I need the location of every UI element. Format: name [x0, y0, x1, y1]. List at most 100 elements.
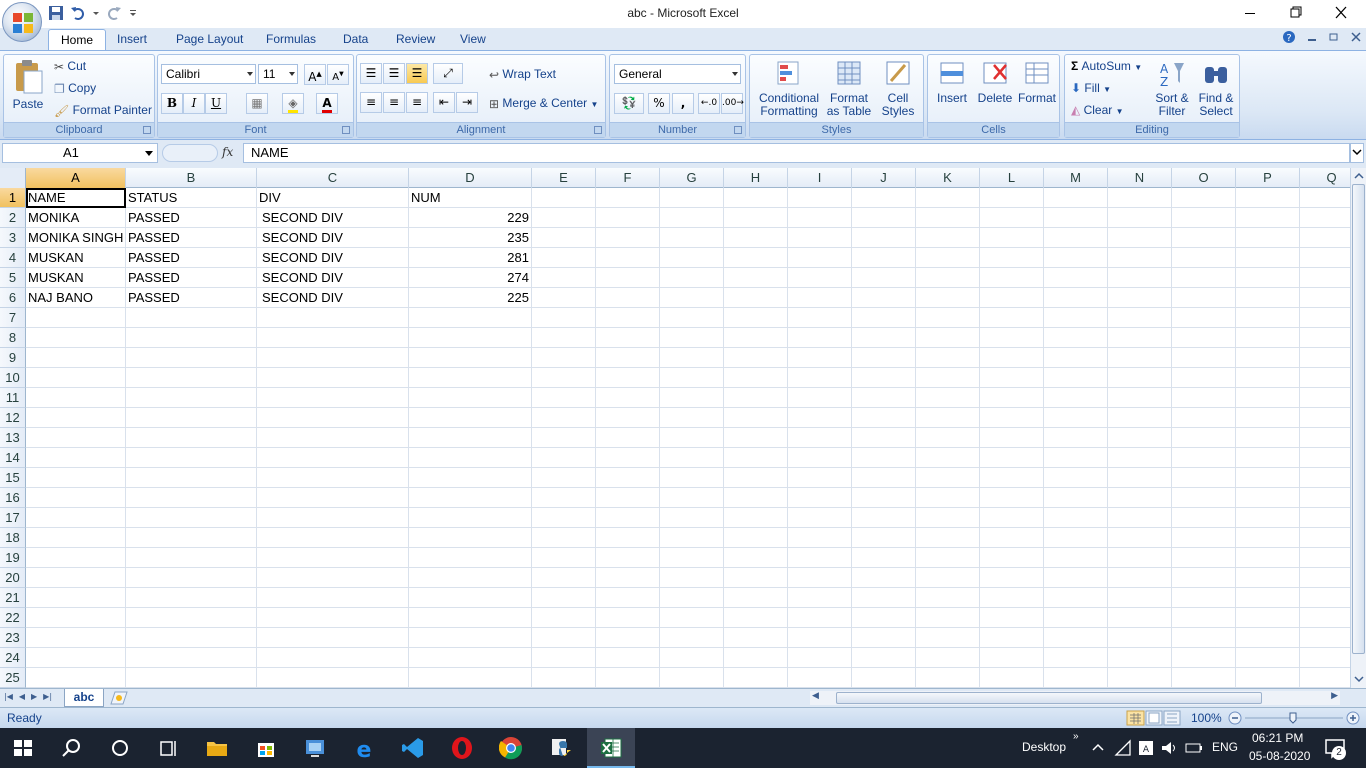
cell-k6[interactable]	[916, 288, 980, 308]
cell-l14[interactable]	[980, 448, 1044, 468]
cell-l25[interactable]	[980, 668, 1044, 688]
cell-q20[interactable]	[1300, 568, 1350, 588]
cell-a13[interactable]	[26, 428, 126, 448]
cell-q22[interactable]	[1300, 608, 1350, 628]
scroll-right-icon[interactable]: ▶	[1331, 691, 1338, 701]
formula-bar-resizer[interactable]	[162, 144, 218, 162]
cell-g11[interactable]	[660, 388, 724, 408]
cell-c18[interactable]	[257, 528, 409, 548]
cell-p8[interactable]	[1236, 328, 1300, 348]
cell-a2[interactable]: MONIKA	[26, 208, 126, 228]
cell-d9[interactable]	[409, 348, 532, 368]
cell-k23[interactable]	[916, 628, 980, 648]
cell-j4[interactable]	[852, 248, 916, 268]
cell-o2[interactable]	[1172, 208, 1236, 228]
cell-f2[interactable]	[596, 208, 660, 228]
cell-l20[interactable]	[980, 568, 1044, 588]
row-header-5[interactable]: 5	[0, 268, 26, 288]
cell-o25[interactable]	[1172, 668, 1236, 688]
tab-insert[interactable]: Insert	[105, 29, 159, 50]
cell-h3[interactable]	[724, 228, 788, 248]
column-header-q[interactable]: Q	[1300, 168, 1350, 188]
cell-m25[interactable]	[1044, 668, 1108, 688]
row-header-18[interactable]: 18	[0, 528, 26, 548]
cell-h15[interactable]	[724, 468, 788, 488]
cell-m15[interactable]	[1044, 468, 1108, 488]
cortana-icon[interactable]	[108, 736, 132, 760]
cell-d12[interactable]	[409, 408, 532, 428]
cell-f1[interactable]	[596, 188, 660, 208]
horizontal-scrollbar[interactable]: ◀ ▶	[810, 691, 1340, 705]
font-launcher-icon[interactable]	[342, 126, 350, 134]
cell-c20[interactable]	[257, 568, 409, 588]
cell-j10[interactable]	[852, 368, 916, 388]
cell-b2[interactable]: PASSED	[126, 208, 257, 228]
cell-i21[interactable]	[788, 588, 852, 608]
cell-f22[interactable]	[596, 608, 660, 628]
cell-n18[interactable]	[1108, 528, 1172, 548]
cell-i2[interactable]	[788, 208, 852, 228]
cell-q15[interactable]	[1300, 468, 1350, 488]
cell-p4[interactable]	[1236, 248, 1300, 268]
cell-g20[interactable]	[660, 568, 724, 588]
cell-g5[interactable]	[660, 268, 724, 288]
cell-l15[interactable]	[980, 468, 1044, 488]
column-header-o[interactable]: O	[1172, 168, 1236, 188]
row-header-13[interactable]: 13	[0, 428, 26, 448]
cell-b1[interactable]: STATUS	[126, 188, 257, 208]
cell-h19[interactable]	[724, 548, 788, 568]
task-view-icon[interactable]	[156, 736, 180, 760]
row-header-12[interactable]: 12	[0, 408, 26, 428]
view-buttons[interactable]	[1126, 710, 1182, 726]
cell-k19[interactable]	[916, 548, 980, 568]
cell-f25[interactable]	[596, 668, 660, 688]
cell-m21[interactable]	[1044, 588, 1108, 608]
cell-j23[interactable]	[852, 628, 916, 648]
cell-k22[interactable]	[916, 608, 980, 628]
wrap-text-button[interactable]: ↩ Wrap Text	[489, 67, 556, 82]
cell-i13[interactable]	[788, 428, 852, 448]
cell-o15[interactable]	[1172, 468, 1236, 488]
cell-d20[interactable]	[409, 568, 532, 588]
cell-e4[interactable]	[532, 248, 596, 268]
cell-m8[interactable]	[1044, 328, 1108, 348]
cell-g16[interactable]	[660, 488, 724, 508]
cell-m2[interactable]	[1044, 208, 1108, 228]
cell-p24[interactable]	[1236, 648, 1300, 668]
cell-n17[interactable]	[1108, 508, 1172, 528]
row-header-17[interactable]: 17	[0, 508, 26, 528]
cell-d18[interactable]	[409, 528, 532, 548]
cell-o16[interactable]	[1172, 488, 1236, 508]
cell-q2[interactable]	[1300, 208, 1350, 228]
decrease-indent-button[interactable]: ⇤	[433, 92, 455, 113]
cell-m4[interactable]	[1044, 248, 1108, 268]
cell-p15[interactable]	[1236, 468, 1300, 488]
toolbar-expand-icon[interactable]: »	[1073, 731, 1079, 742]
cell-n8[interactable]	[1108, 328, 1172, 348]
cell-d25[interactable]	[409, 668, 532, 688]
cell-d21[interactable]	[409, 588, 532, 608]
cell-c6[interactable]: SECOND DIV	[257, 288, 409, 308]
cell-b19[interactable]	[126, 548, 257, 568]
cell-b22[interactable]	[126, 608, 257, 628]
row-header-6[interactable]: 6	[0, 288, 26, 308]
cell-k7[interactable]	[916, 308, 980, 328]
decrease-decimal-button[interactable]: .00→	[721, 93, 744, 114]
cell-d14[interactable]	[409, 448, 532, 468]
cell-b18[interactable]	[126, 528, 257, 548]
next-sheet-icon[interactable]: ▶	[31, 692, 37, 701]
cell-b15[interactable]	[126, 468, 257, 488]
cell-k13[interactable]	[916, 428, 980, 448]
cell-p17[interactable]	[1236, 508, 1300, 528]
cell-q13[interactable]	[1300, 428, 1350, 448]
control-panel-icon[interactable]	[303, 736, 327, 760]
cell-g4[interactable]	[660, 248, 724, 268]
paste-button[interactable]: Paste	[8, 59, 48, 111]
cell-j1[interactable]	[852, 188, 916, 208]
cell-b24[interactable]	[126, 648, 257, 668]
cell-n14[interactable]	[1108, 448, 1172, 468]
cell-d15[interactable]	[409, 468, 532, 488]
cell-l2[interactable]	[980, 208, 1044, 228]
workbook-minimize-icon[interactable]	[1306, 30, 1318, 44]
cell-m24[interactable]	[1044, 648, 1108, 668]
